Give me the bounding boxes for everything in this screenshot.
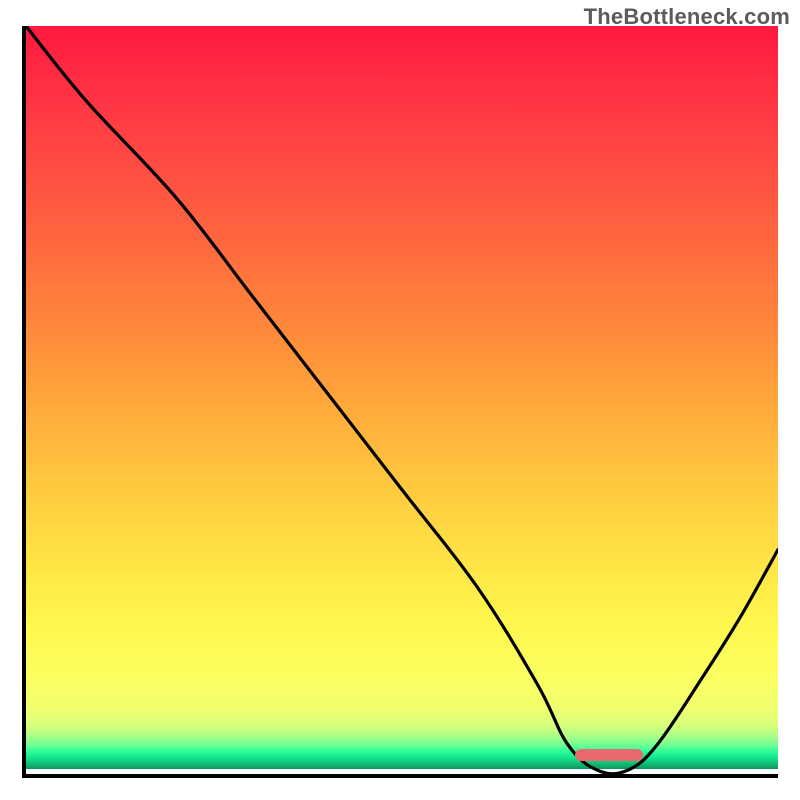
chart-frame: TheBottleneck.com [0, 0, 800, 800]
optimum-marker [575, 749, 643, 761]
bottleneck-curve [26, 26, 778, 774]
plot-area [22, 26, 778, 778]
